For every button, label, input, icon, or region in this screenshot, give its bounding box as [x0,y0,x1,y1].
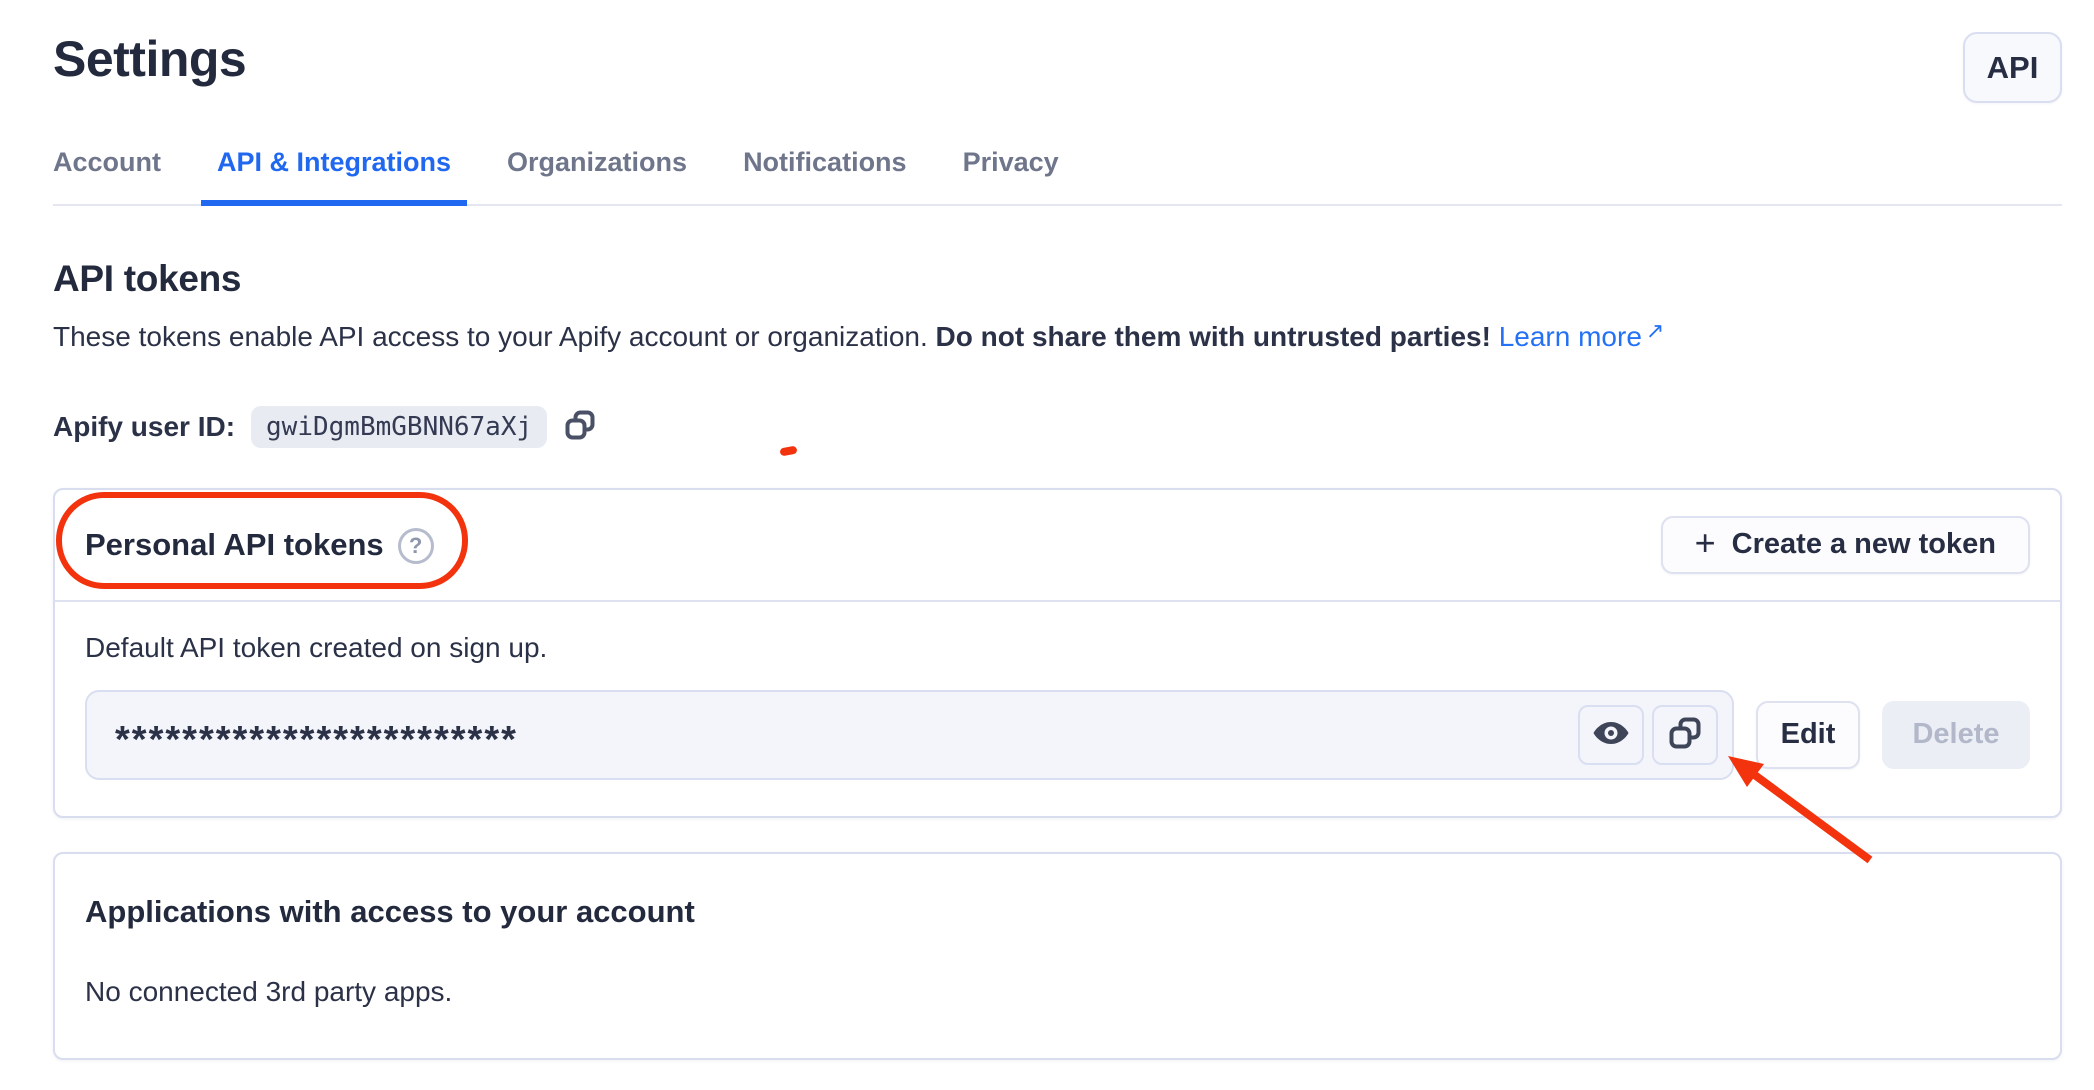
tab-notifications[interactable]: Notifications [727,147,923,204]
copy-icon [563,408,597,445]
personal-tokens-card-header: Personal API tokens ? + Create a new tok… [55,490,2060,602]
token-field[interactable]: ************************ [85,690,1734,780]
applications-card-body: Applications with access to your account… [55,854,2060,1058]
default-token-caption: Default API token created on sign up. [85,632,2030,664]
settings-page: Settings API Account API & Integrations … [0,0,2094,1060]
personal-tokens-title: Personal API tokens ? [85,526,434,564]
edit-token-button[interactable]: Edit [1756,701,1860,769]
copy-token-button[interactable] [1652,705,1718,765]
plus-icon: + [1695,522,1716,564]
create-new-token-button[interactable]: + Create a new token [1661,516,2030,574]
user-id-row: Apify user ID: gwiDgmBmGBNN67aXj [53,406,2062,448]
page-title: Settings [53,30,246,88]
settings-tabs: Account API & Integrations Organizations… [53,147,2062,206]
tab-organizations[interactable]: Organizations [491,147,703,204]
copy-user-id-button[interactable] [563,408,597,445]
description-text: These tokens enable API access to your A… [53,321,936,352]
tab-account[interactable]: Account [37,147,177,204]
show-token-button[interactable] [1578,705,1644,765]
copy-icon [1667,715,1703,754]
applications-title: Applications with access to your account [85,894,2030,930]
api-tokens-description: These tokens enable API access to your A… [53,316,2062,356]
token-row: ************************ [85,690,2030,780]
tab-privacy[interactable]: Privacy [947,147,1075,204]
learn-more-link[interactable]: Learn more↗ [1499,321,1665,352]
user-id-value: gwiDgmBmGBNN67aXj [251,406,547,448]
help-icon[interactable]: ? [398,528,434,564]
delete-token-button[interactable]: Delete [1882,701,2030,769]
page-header: Settings API [53,30,2062,103]
applications-card: Applications with access to your account… [53,852,2062,1060]
eye-icon [1591,718,1631,751]
applications-empty-state: No connected 3rd party apps. [85,976,2030,1008]
personal-tokens-card-body: Default API token created on sign up. **… [55,602,2060,816]
api-button[interactable]: API [1963,32,2062,103]
masked-token-value: ************************ [115,719,1570,762]
user-id-label: Apify user ID: [53,411,235,443]
tab-api-integrations[interactable]: API & Integrations [201,147,467,206]
api-tokens-heading: API tokens [53,258,2062,300]
external-link-icon: ↗ [1646,318,1664,343]
personal-api-tokens-card: Personal API tokens ? + Create a new tok… [53,488,2062,818]
description-warning: Do not share them with untrusted parties… [936,321,1491,352]
